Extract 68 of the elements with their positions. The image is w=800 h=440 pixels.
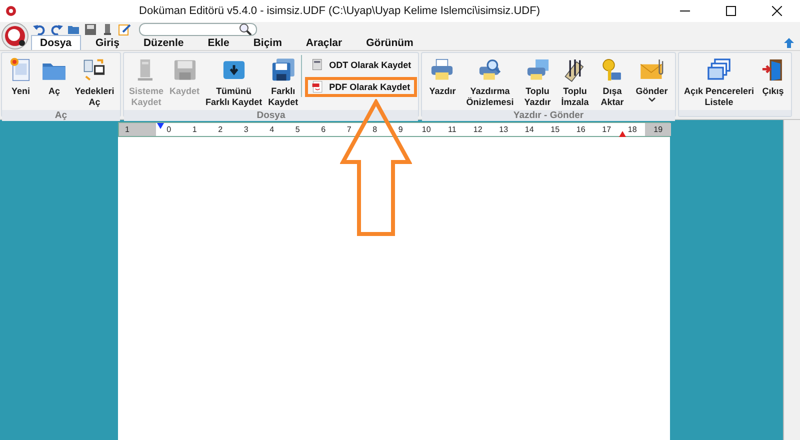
ruler-number: 1 [125, 125, 130, 134]
ribbon-button[interactable]: Yeni [4, 55, 37, 99]
ribbon-tab[interactable]: Dosya [31, 35, 81, 50]
indent-marker-icon[interactable] [157, 123, 164, 129]
group-label: Yazdır - Gönder [422, 110, 675, 121]
ribbon-button[interactable]: Toplu Yazdır [521, 55, 554, 110]
ruler-number: 10 [422, 125, 431, 134]
search-field[interactable] [139, 22, 257, 36]
maximize-icon [726, 6, 736, 16]
ruler-number: 1 [192, 125, 197, 134]
printer-icon [429, 57, 456, 83]
ruler-number: 4 [270, 125, 274, 134]
ruler-number: 13 [499, 125, 508, 134]
edit-icon[interactable] [118, 22, 131, 36]
printer-icon [524, 57, 550, 83]
ruler-number: 5 [295, 125, 300, 134]
computer-icon [81, 57, 108, 83]
pdf-icon [311, 80, 326, 94]
ruler-number: 15 [550, 125, 560, 134]
ribbon-button[interactable]: Tümünü Farklı Kaydet [202, 55, 266, 110]
ruler-number: 14 [524, 125, 534, 134]
ruler-number: 12 [473, 125, 482, 134]
ribbon-tab[interactable]: Giriş [86, 35, 128, 50]
ribbon-button[interactable]: Açık Pencereleri Listele [681, 55, 758, 110]
ruler-number: 7 [346, 125, 352, 134]
ruler-number: 0 [166, 125, 172, 134]
undo-icon[interactable] [33, 22, 46, 36]
ruler-number: 16 [576, 125, 586, 134]
ruler-number: 2 [218, 125, 223, 134]
search-icon [238, 23, 252, 35]
computer-icon[interactable] [101, 22, 114, 36]
ribbon-button[interactable]: ODT Olarak Kaydet [305, 55, 418, 75]
ribbon-button[interactable]: Aç [38, 55, 70, 99]
ribbon-tab[interactable]: Araçlar [296, 35, 352, 50]
group-label: Dosya [124, 110, 418, 121]
floppy-icon[interactable] [84, 22, 97, 36]
ruler-number: 19 [654, 125, 663, 134]
ruler-number: 17 [602, 125, 612, 134]
redo-icon[interactable] [50, 22, 63, 36]
printer-icon [477, 57, 503, 83]
ribbon-button[interactable]: Gönder [632, 55, 671, 105]
ribbon-tab[interactable]: Biçim [244, 35, 291, 50]
ribbon-button[interactable]: Toplu İmzala [558, 55, 592, 110]
ruler-number: 11 [448, 125, 456, 134]
group-label: Aç [2, 110, 120, 121]
floppy-icon [270, 57, 296, 83]
scrollbar[interactable] [783, 120, 800, 440]
ribbon-button[interactable]: Farklı Kaydet [265, 55, 302, 110]
ruler-number: 18 [628, 125, 637, 134]
ribbon-button[interactable]: Yazdır [426, 55, 459, 99]
ribbon-tab[interactable]: Ekle [198, 35, 238, 50]
arrow-up-icon[interactable] [783, 37, 795, 49]
close-icon [772, 6, 782, 16]
ribbon-tab[interactable]: Düzenle [134, 35, 193, 50]
ruler-number: 9 [398, 125, 403, 134]
ribbon-tab[interactable]: Görünüm [357, 35, 422, 50]
app-icon [5, 5, 17, 17]
ruler-number: 3 [244, 125, 248, 134]
ribbon-button[interactable]: Yedekleri Aç [72, 55, 118, 110]
ribbon-button[interactable]: Çıkış [757, 55, 790, 99]
ribbon-button[interactable]: Yazdırma Önizlemesi [463, 55, 517, 110]
caret-icon [648, 97, 656, 103]
ribbon-button[interactable]: Dışa Aktar [596, 55, 628, 110]
window-title: Doküman Editörü v5.4.0 - isimsiz.UDF (C:\Uyap\Uyap Kelime Islemci\isimsiz.UDF) [138, 5, 541, 17]
ruler-number: 8 [372, 125, 378, 134]
windows-icon [706, 57, 732, 83]
ruler-number: 6 [321, 125, 326, 134]
ribbon-button[interactable]: PDF Olarak Kaydet [305, 77, 418, 97]
